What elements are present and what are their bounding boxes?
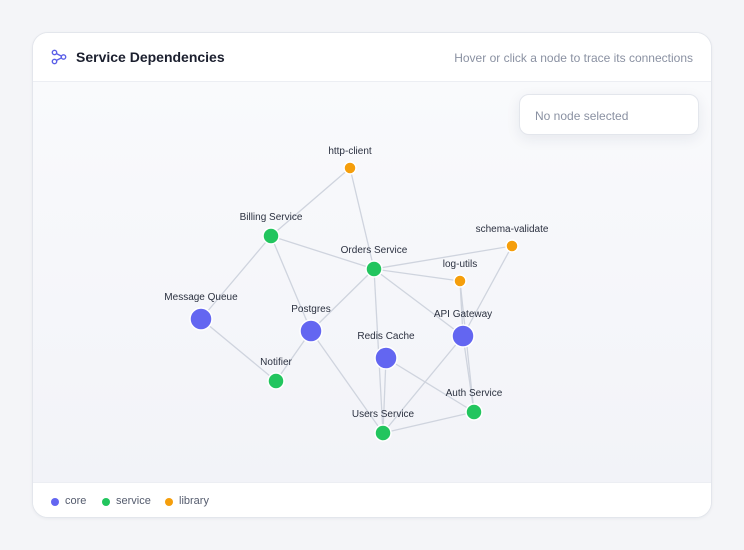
graph-canvas[interactable]: http-client Billing Service Orders Service… (33, 82, 711, 482)
core-dot-icon (51, 498, 59, 506)
graph-icon (51, 49, 67, 65)
node-gateway[interactable]: API Gateway (434, 309, 492, 348)
edge-http-client-billing (270, 167, 351, 237)
node-circle-billing[interactable] (262, 227, 280, 245)
card-header: Service Dependencies Hover or click a no… (33, 33, 711, 82)
edge-billing-postgres (270, 235, 312, 332)
node-info-panel: No node selected (519, 94, 699, 135)
node-billing[interactable]: Billing Service (240, 212, 303, 245)
node-label-logutils: log-utils (443, 259, 477, 270)
node-label-mq: Message Queue (164, 292, 238, 303)
node-circle-postgres[interactable] (299, 319, 323, 343)
node-label-http-client: http-client (328, 146, 372, 157)
node-label-redis: Redis Cache (357, 331, 415, 342)
node-label-postgres: Postgres (291, 304, 330, 315)
node-label-gateway: API Gateway (434, 309, 492, 320)
edge-redis-auth (385, 357, 475, 413)
node-label-billing: Billing Service (240, 212, 303, 223)
node-label-users: Users Service (352, 409, 415, 420)
legend-label: library (179, 495, 209, 507)
legend-label: core (65, 495, 87, 507)
edge-billing-mq (200, 235, 272, 320)
node-circle-gateway[interactable] (451, 324, 475, 348)
node-label-notifier: Notifier (260, 357, 292, 368)
node-circle-schema[interactable] (505, 239, 519, 253)
node-circle-orders[interactable] (365, 260, 383, 278)
node-circle-logutils[interactable] (453, 274, 467, 288)
legend: core service library (33, 482, 711, 517)
node-notifier[interactable]: Notifier (260, 357, 293, 390)
node-mq[interactable]: Message Queue (164, 292, 238, 331)
node-redis[interactable]: Redis Cache (357, 331, 415, 370)
node-users[interactable]: Users Service (352, 409, 415, 442)
node-circle-users[interactable] (374, 424, 392, 442)
node-circle-http-client[interactable] (343, 161, 357, 175)
edge-mq-notifier (200, 318, 277, 382)
node-circle-redis[interactable] (374, 346, 398, 370)
edge-orders-postgres (310, 268, 375, 332)
library-dot-icon (165, 498, 173, 506)
node-info-text: No node selected (535, 109, 629, 123)
legend-label: service (116, 495, 151, 507)
node-label-orders: Orders Service (341, 245, 408, 256)
node-logutils[interactable]: log-utils (443, 259, 477, 288)
node-circle-notifier[interactable] (267, 372, 285, 390)
service-dot-icon (102, 498, 110, 506)
node-auth[interactable]: Auth Service (446, 388, 503, 421)
node-http-client[interactable]: http-client (328, 146, 372, 175)
node-circle-auth[interactable] (465, 403, 483, 421)
node-label-schema: schema-validate (476, 224, 549, 235)
instruction-hint: Hover or click a node to trace its conne… (454, 51, 693, 65)
node-schema[interactable]: schema-validate (476, 224, 549, 253)
node-label-auth: Auth Service (446, 388, 503, 399)
page-title: Service Dependencies (76, 49, 225, 65)
dependency-graph-card: Service Dependencies Hover or click a no… (32, 32, 712, 518)
node-circle-mq[interactable] (189, 307, 213, 331)
graph-svg[interactable]: http-client Billing Service Orders Service… (33, 82, 712, 482)
nodes-layer: http-client Billing Service Orders Service… (164, 146, 549, 442)
node-postgres[interactable]: Postgres (291, 304, 331, 343)
